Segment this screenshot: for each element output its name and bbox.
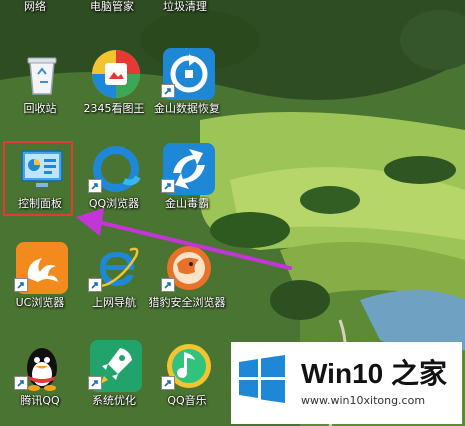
watermark-title: Win10 之家	[301, 358, 447, 389]
desktop: 网络 电脑管家 垃圾清理 回收站 2345看图王 金山数据恢复 控制面板 QQ浏…	[0, 0, 465, 426]
windows-logo-icon	[239, 355, 285, 403]
watermark-url: www.win10xitong.com	[301, 394, 426, 407]
watermark-logo: Win10 之家 www.win10xitong.com	[231, 342, 462, 424]
